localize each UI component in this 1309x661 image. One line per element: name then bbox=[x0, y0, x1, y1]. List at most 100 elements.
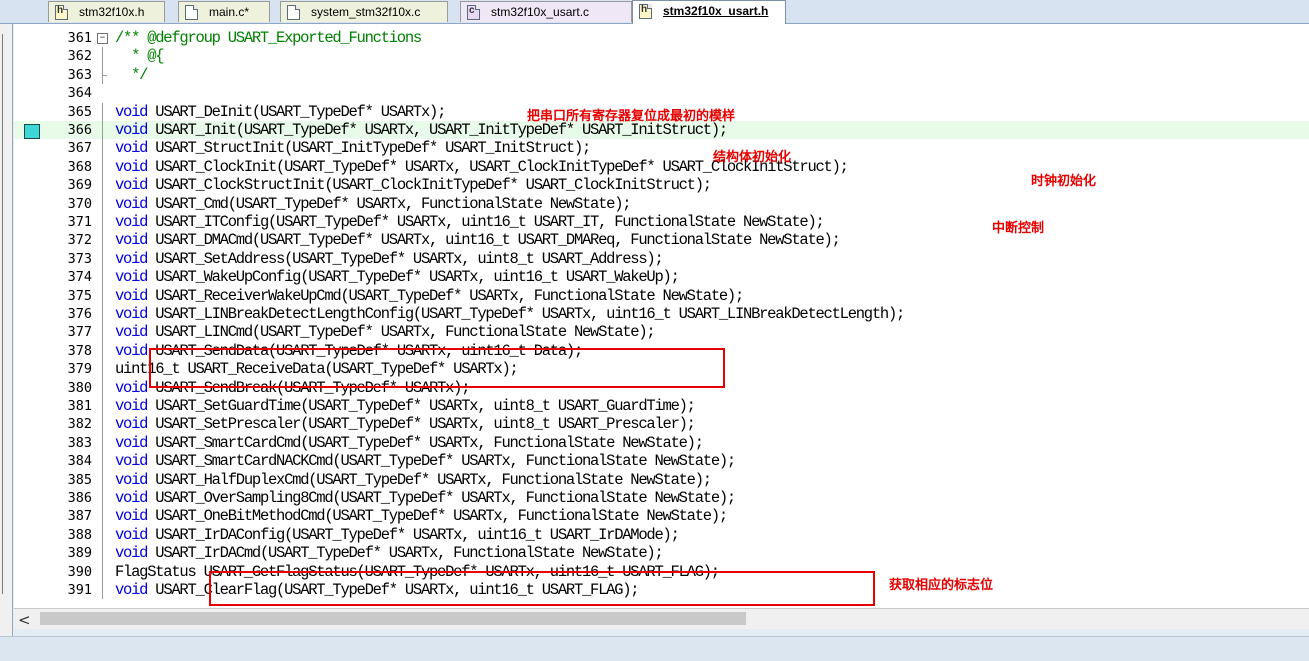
code-line[interactable]: 382 void USART_SetPrescaler(USART_TypeDef… bbox=[14, 415, 1309, 434]
code-line[interactable]: 371 void USART_ITConfig(USART_TypeDef* US… bbox=[14, 213, 1309, 232]
code-text: void USART_WakeUpConfig(USART_TypeDef* U… bbox=[115, 268, 680, 287]
fold-guide bbox=[95, 323, 111, 342]
code-line[interactable]: 386 void USART_OverSampling8Cmd(USART_Typ… bbox=[14, 489, 1309, 508]
code-text: void USART_Cmd(USART_TypeDef* USARTx, Fu… bbox=[115, 194, 632, 213]
fold-guide bbox=[95, 525, 111, 545]
highlight-box-send-receive bbox=[149, 348, 725, 388]
code-line[interactable]: 389 void USART_IrDACmd(USART_TypeDef* USA… bbox=[14, 544, 1309, 563]
code-line[interactable]: 375 void USART_ReceiverWakeUpCmd(USART_Ty… bbox=[14, 286, 1309, 305]
tab-stm32f10x-usart-c[interactable]: c stm32f10x_usart.c bbox=[460, 1, 632, 22]
fold-toggle-icon[interactable]: − bbox=[95, 29, 111, 47]
fold-guide bbox=[95, 581, 111, 600]
code-text: void USART_StructInit(USART_InitTypeDef*… bbox=[115, 139, 591, 158]
fold-guide bbox=[95, 507, 111, 526]
tab-label: stm32f10x_usart.c bbox=[491, 5, 590, 19]
tab-label: stm32f10x_usart.h bbox=[663, 4, 769, 18]
fold-guide bbox=[95, 286, 111, 305]
code-line[interactable]: 361−/** @defgroup USART_Exported_Functio… bbox=[14, 29, 1309, 47]
fold-guide bbox=[95, 378, 111, 397]
code-text: void USART_ClockStructInit(USART_ClockIn… bbox=[115, 176, 712, 195]
code-line[interactable]: 362 * @{ bbox=[14, 47, 1309, 66]
line-number: 370 bbox=[67, 195, 92, 212]
fold-guide bbox=[95, 415, 111, 434]
tab-main-c[interactable]: main.c* bbox=[178, 1, 270, 22]
code-line[interactable]: 372 void USART_DMACmd(USART_TypeDef* USAR… bbox=[14, 231, 1309, 250]
code-text: void USART_SetGuardTime(USART_TypeDef* U… bbox=[115, 397, 696, 415]
bookmark-marker[interactable] bbox=[24, 124, 40, 139]
line-number: 362 bbox=[67, 48, 92, 65]
fold-guide bbox=[95, 231, 111, 250]
fold-guide bbox=[95, 489, 111, 508]
code-line[interactable]: 388 void USART_IrDAConfig(USART_TypeDef* … bbox=[14, 525, 1309, 545]
line-number: 378 bbox=[67, 342, 92, 359]
code-text: void USART_DeInit(USART_TypeDef* USARTx)… bbox=[115, 102, 446, 121]
line-number: 371 bbox=[67, 214, 92, 230]
tab-system-stm32f10x-c[interactable]: system_stm32f10x.c bbox=[280, 1, 448, 22]
fold-guide bbox=[95, 139, 111, 158]
line-number: 369 bbox=[67, 177, 92, 194]
fold-guide bbox=[95, 47, 111, 66]
fold-guide bbox=[95, 157, 111, 177]
tab-stm32f10x-h[interactable]: h stm32f10x.h bbox=[48, 1, 165, 22]
line-number: 374 bbox=[67, 269, 92, 286]
line-number: 380 bbox=[67, 379, 92, 396]
code-line[interactable]: 383 void USART_SmartCardCmd(USART_TypeDef… bbox=[14, 433, 1309, 453]
fold-guide bbox=[95, 121, 111, 140]
code-text: void USART_SetAddress(USART_TypeDef* USA… bbox=[115, 249, 664, 268]
fold-guide bbox=[95, 341, 111, 361]
code-text: void USART_SetPrescaler(USART_TypeDef* U… bbox=[115, 415, 696, 434]
code-editor[interactable]: 361−/** @defgroup USART_Exported_Functio… bbox=[14, 24, 1309, 608]
fold-guide bbox=[95, 194, 111, 213]
code-text: /** @defgroup USART_Exported_Functions bbox=[115, 29, 422, 47]
code-line[interactable]: 363 */ bbox=[14, 65, 1309, 85]
line-number: 366 bbox=[67, 122, 92, 138]
horizontal-scrollbar[interactable]: < bbox=[14, 608, 1309, 629]
code-line[interactable]: 384 void USART_SmartCardNACKCmd(USART_Typ… bbox=[14, 452, 1309, 471]
line-number: 373 bbox=[67, 250, 92, 267]
code-line[interactable]: 381 void USART_SetGuardTime(USART_TypeDef… bbox=[14, 397, 1309, 416]
header-file-icon: h bbox=[637, 3, 652, 19]
line-number: 387 bbox=[67, 508, 92, 525]
tab-label: system_stm32f10x.c bbox=[311, 5, 421, 19]
scrollbar-thumb[interactable] bbox=[40, 612, 746, 625]
code-line[interactable]: 373 void USART_SetAddress(USART_TypeDef* … bbox=[14, 249, 1309, 269]
line-number: 375 bbox=[67, 287, 92, 304]
code-line[interactable]: 368 void USART_ClockInit(USART_TypeDef* U… bbox=[14, 157, 1309, 177]
fold-guide bbox=[95, 360, 111, 379]
line-number: 368 bbox=[67, 158, 92, 175]
code-line[interactable]: 364 bbox=[14, 84, 1309, 102]
line-number: 372 bbox=[67, 232, 92, 249]
fold-guide bbox=[95, 544, 111, 563]
code-text: void USART_LINCmd(USART_TypeDef* USARTx,… bbox=[115, 323, 656, 342]
line-number: 364 bbox=[67, 85, 92, 102]
tab-stm32f10x-usart-h[interactable]: h stm32f10x_usart.h bbox=[632, 0, 786, 24]
line-number: 381 bbox=[67, 398, 92, 414]
fold-guide bbox=[95, 84, 111, 102]
code-line[interactable]: 385 void USART_HalfDuplexCmd(USART_TypeDe… bbox=[14, 470, 1309, 489]
line-number: 385 bbox=[67, 471, 92, 488]
fold-guide bbox=[95, 305, 111, 324]
source-file-icon: c bbox=[465, 4, 480, 20]
left-panel-divider bbox=[2, 34, 9, 594]
fold-guide bbox=[95, 176, 111, 195]
code-text: void USART_OverSampling8Cmd(USART_TypeDe… bbox=[115, 489, 736, 507]
fold-guide bbox=[95, 65, 111, 85]
code-line[interactable]: 370 void USART_Cmd(USART_TypeDef* USARTx,… bbox=[14, 194, 1309, 213]
code-line[interactable]: 377 void USART_LINCmd(USART_TypeDef* USAR… bbox=[14, 323, 1309, 342]
line-number: 386 bbox=[67, 490, 92, 506]
fold-guide bbox=[95, 562, 111, 581]
line-number: 390 bbox=[67, 563, 92, 580]
code-text: void USART_SmartCardCmd(USART_TypeDef* U… bbox=[115, 433, 704, 452]
line-number: 365 bbox=[67, 103, 92, 120]
line-number: 379 bbox=[67, 361, 92, 378]
code-text: void USART_HalfDuplexCmd(USART_TypeDef* … bbox=[115, 470, 712, 489]
code-line[interactable]: 369 void USART_ClockStructInit(USART_Cloc… bbox=[14, 176, 1309, 195]
code-line[interactable]: 376 void USART_LINBreakDetectLengthConfig… bbox=[14, 305, 1309, 324]
fold-guide bbox=[95, 470, 111, 489]
code-line[interactable]: 367 void USART_StructInit(USART_InitTypeD… bbox=[14, 139, 1309, 158]
code-text: * @{ bbox=[115, 47, 164, 66]
scroll-left-icon[interactable]: < bbox=[18, 611, 31, 629]
code-line[interactable]: 387 void USART_OneBitMethodCmd(USART_Type… bbox=[14, 507, 1309, 526]
code-line[interactable]: 374 void USART_WakeUpConfig(USART_TypeDef… bbox=[14, 268, 1309, 287]
annotation-deinit: 把串口所有寄存器复位成最初的模样 bbox=[527, 109, 736, 124]
